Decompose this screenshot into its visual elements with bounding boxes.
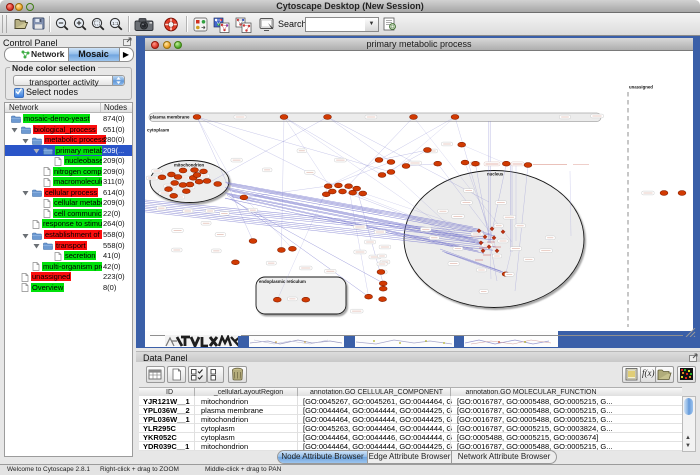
svg-text:cytoplasm: cytoplasm <box>147 128 169 133</box>
svg-text:1:1: 1:1 <box>112 21 119 26</box>
svg-text:plasma membrane: plasma membrane <box>150 115 190 120</box>
svg-text:unassigned: unassigned <box>629 85 653 90</box>
svg-text:mitochondrion: mitochondrion <box>174 163 204 168</box>
svg-text:nucleus: nucleus <box>487 172 504 177</box>
svg-text:endoplasmic reticulum: endoplasmic reticulum <box>259 279 306 284</box>
